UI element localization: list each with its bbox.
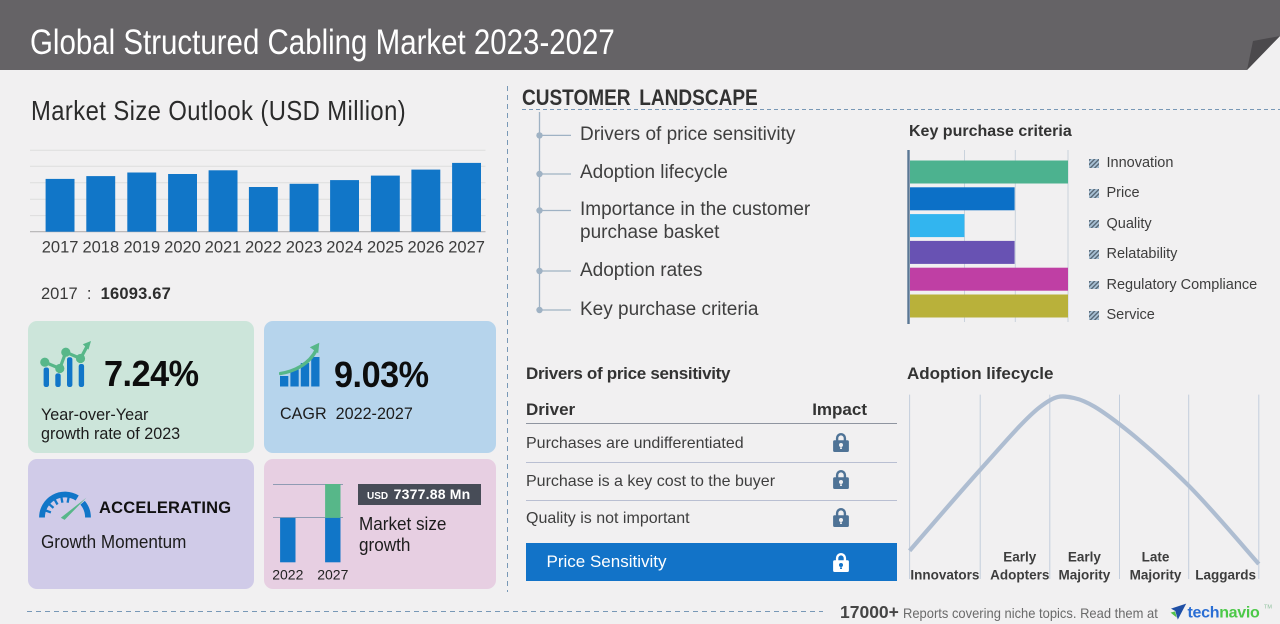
svg-text:Early: Early [1068,550,1102,565]
svg-text:2026: 2026 [407,239,444,257]
svg-text:Adopters: Adopters [990,568,1049,583]
svg-text:2027: 2027 [448,239,485,257]
svg-text:2019: 2019 [123,239,160,257]
svg-text:2023: 2023 [286,239,323,257]
svg-text:2020: 2020 [164,239,201,257]
svg-text:2022: 2022 [273,567,304,583]
svg-text:2018: 2018 [82,239,119,257]
svg-text:2027: 2027 [317,567,348,583]
svg-text:Majority: Majority [1130,568,1182,583]
svg-text:Majority: Majority [1059,568,1111,583]
svg-text:2021: 2021 [205,239,242,257]
svg-text:Laggards: Laggards [1195,568,1256,583]
svg-text:technavio: technavio [1188,605,1261,622]
svg-text:Innovators: Innovators [910,568,979,583]
svg-text:Late: Late [1142,550,1170,565]
svg-text:TM: TM [1264,605,1272,611]
svg-text:2025: 2025 [367,239,404,257]
svg-text:2024: 2024 [326,239,363,257]
svg-text:2022: 2022 [245,239,282,257]
svg-text:2017: 2017 [42,239,79,257]
svg-text:Early: Early [1003,550,1037,565]
